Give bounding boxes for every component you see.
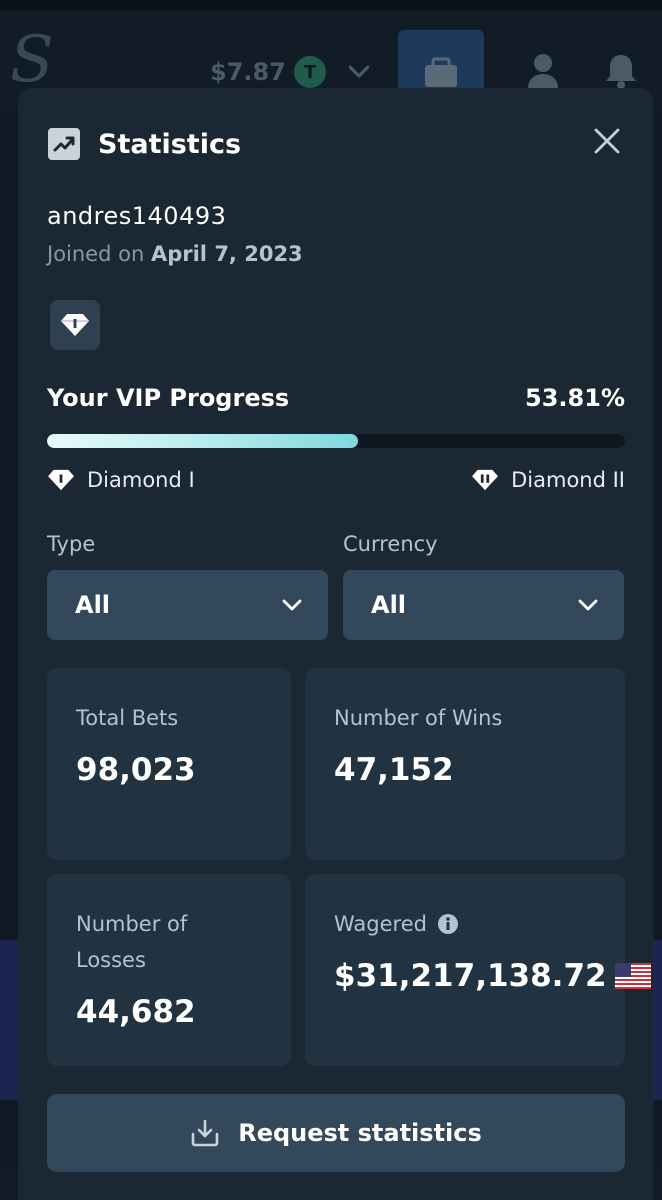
joined-date-value: April 7, 2023 [150,242,303,266]
current-rank-label: Diamond I [87,468,195,492]
us-flag-icon [614,963,651,989]
vip-progress-label: Your VIP Progress [47,384,290,412]
wagered-label: Wagered [334,912,427,936]
next-rank: Diamond II [471,468,625,492]
wins-label: Number of Wins [334,706,503,730]
losses-label-line-2: Losses [76,948,146,972]
currency-dropdown[interactable]: All [343,570,624,640]
download-icon [191,1119,219,1147]
wagered-card: Wagered $31,217,138.72 [305,874,651,1066]
background-panel-left [0,940,18,1100]
stats-chart-icon [48,128,80,160]
diamond-icon [61,314,89,336]
vip-progress-fill [47,434,359,448]
request-statistics-button[interactable]: Request statistics [47,1094,625,1172]
type-label: Type [47,532,96,556]
user-icon[interactable] [526,52,560,90]
username: andres140493 [47,202,227,230]
close-icon[interactable] [592,126,622,156]
diamond-icon [48,469,74,491]
chevron-down-icon [282,599,302,611]
page: S $7.87 T Statistics andres140493 Joined… [0,0,662,1200]
total-bets-card: Total Bets 98,023 [47,668,291,860]
modal-title: Statistics [98,128,242,160]
type-dropdown[interactable]: All [47,570,328,640]
currency-label: Currency [343,532,438,556]
wallet-icon [425,57,457,87]
info-icon[interactable] [437,913,459,935]
wins-value: 47,152 [334,752,454,788]
total-bets-value: 98,023 [76,752,196,788]
joined-prefix: Joined on [47,242,145,266]
wagered-label-row: Wagered [334,906,459,942]
type-dropdown-value: All [75,591,111,619]
losses-label: Number of Losses [76,906,187,978]
bell-icon[interactable] [604,52,638,90]
currency-dropdown-value: All [371,591,407,619]
site-logo[interactable]: S [10,28,54,92]
losses-value: 44,682 [76,994,196,1030]
vip-progress-percent: 53.81% [525,384,625,412]
wins-card: Number of Wins 47,152 [305,668,625,860]
joined-date: Joined on April 7, 2023 [47,242,303,266]
next-rank-label: Diamond II [511,468,625,492]
losses-card: Number of Losses 44,682 [47,874,291,1066]
balance-amount[interactable]: $7.87 [210,58,286,86]
total-bets-label: Total Bets [76,706,179,730]
statistics-modal: Statistics andres140493 Joined on April … [18,88,653,1200]
balance-chevron-down-icon[interactable] [344,56,374,86]
wagered-value: $31,217,138.72 [334,958,607,994]
vip-rank-badge [50,300,100,350]
chevron-down-icon [578,599,598,611]
losses-label-line-1: Number of [76,912,188,936]
current-rank: Diamond I [47,468,195,492]
diamond-icon [472,469,499,491]
modal-header: Statistics [48,124,241,164]
request-statistics-label: Request statistics [238,1119,482,1147]
tether-currency-icon: T [294,56,326,88]
wagered-value-row: $31,217,138.72 [334,958,651,994]
vip-progress-bar [47,434,625,448]
